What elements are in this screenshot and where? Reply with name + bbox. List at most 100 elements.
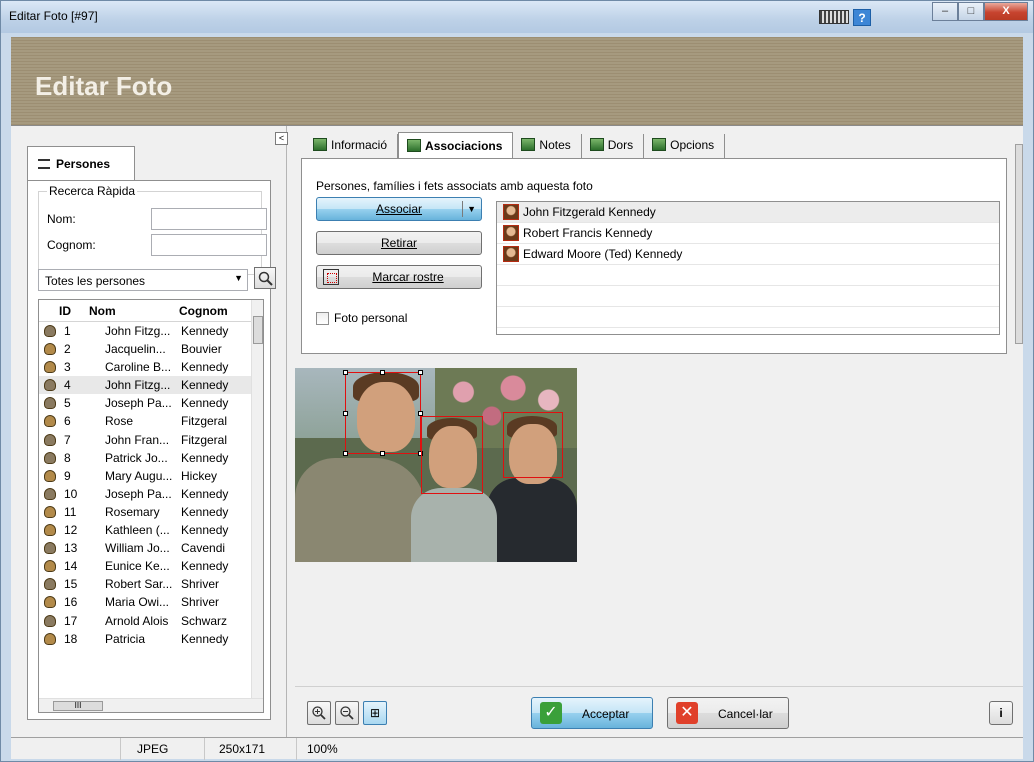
collapse-panel-button[interactable]: < — [275, 132, 288, 145]
resize-handle[interactable] — [380, 370, 385, 375]
checkbox-box[interactable] — [316, 311, 329, 325]
nom-label: Nom: — [47, 212, 76, 226]
table-row[interactable]: 2 Jacquelin... Bouvier — [39, 340, 255, 358]
resize-handle[interactable] — [380, 451, 385, 456]
face-marker[interactable] — [421, 416, 483, 494]
person-icon — [44, 379, 56, 392]
tab-dors[interactable]: Dors — [582, 134, 645, 158]
close-button[interactable]: X — [984, 2, 1028, 21]
chevron-down-icon[interactable]: ▼ — [467, 198, 476, 220]
face-marker[interactable] — [503, 412, 563, 478]
table-row[interactable]: 11 Rosemary Kennedy — [39, 503, 255, 521]
page-title: Editar Foto — [35, 71, 173, 101]
table-row[interactable]: 15 Robert Sar... Shriver — [39, 575, 255, 593]
person-icon — [44, 361, 56, 374]
table-row[interactable]: 4 John Fitzg... Kennedy — [39, 376, 255, 395]
resize-handle[interactable] — [343, 411, 348, 416]
table-row[interactable]: 5 Joseph Pa... Kennedy — [39, 394, 255, 412]
zoom-in-button[interactable] — [307, 701, 331, 725]
tab-associacions[interactable]: Associacions — [398, 132, 514, 158]
left-panel: < Persones Recerca Ràpida Nom: Cognom: T… — [11, 126, 288, 738]
table-row[interactable]: 16 Maria Owi... Shriver — [39, 593, 255, 611]
person-icon — [44, 560, 56, 573]
status-format: JPEG — [121, 738, 205, 760]
status-bar: JPEG 250x171 100% — [11, 737, 1023, 760]
list-item[interactable]: Edward Moore (Ted) Kennedy — [497, 244, 999, 265]
face-marker-selected[interactable] — [343, 370, 423, 456]
table-row[interactable]: 14 Eunice Ke... Kennedy — [39, 557, 255, 575]
notes-tab-icon — [521, 138, 536, 151]
column-nom[interactable]: Nom — [89, 300, 179, 321]
fit-icon: ⊞ — [369, 706, 381, 720]
scroll-thumb[interactable] — [1015, 144, 1023, 344]
person-icon — [44, 614, 56, 627]
table-row[interactable]: 6 Rose Fitzgeral — [39, 412, 255, 430]
foto-personal-checkbox[interactable]: Foto personal — [316, 311, 407, 325]
person-icon — [44, 542, 56, 555]
quick-search-group: Recerca Ràpida Nom: Cognom: — [38, 184, 267, 275]
info-button[interactable]: i — [989, 701, 1013, 725]
table-row[interactable]: 8 Patrick Jo... Kennedy — [39, 449, 255, 467]
table-row[interactable]: 9 Mary Augu... Hickey — [39, 467, 255, 485]
resize-handle[interactable] — [343, 370, 348, 375]
nom-input[interactable] — [151, 208, 267, 230]
person-icon — [44, 524, 56, 537]
right-panel: Informació Associacions Notes Dors Opcio… — [295, 126, 1023, 738]
quick-search-legend: Recerca Ràpida — [47, 184, 138, 198]
table-row[interactable]: 3 Caroline B... Kennedy — [39, 358, 255, 376]
checkmark-icon: ✓ — [540, 702, 562, 724]
table-row[interactable]: 18 Patricia Kennedy — [39, 630, 255, 648]
tab-notes[interactable]: Notes — [513, 134, 582, 158]
person-icon — [44, 325, 56, 337]
status-zoom: 100% — [307, 742, 338, 756]
column-id[interactable]: ID — [59, 300, 89, 321]
status-dimensions: 250x171 — [205, 738, 297, 760]
retirar-button[interactable]: Retirar — [316, 231, 482, 255]
zoom-out-button[interactable] — [335, 701, 359, 725]
person-icon — [44, 343, 56, 356]
window-controls: – □ X — [932, 2, 1028, 22]
search-icon — [258, 271, 273, 286]
column-cognom[interactable]: Cognom — [179, 300, 239, 321]
keyboard-icon[interactable] — [819, 10, 849, 24]
info-tab-icon — [313, 138, 327, 151]
person-filter-select[interactable]: Totes les persones ▼ — [38, 269, 248, 291]
list-item[interactable]: John Fitzgerald Kennedy — [497, 202, 999, 223]
minimize-button[interactable]: – — [932, 2, 958, 21]
cancel-x-icon: ✕ — [676, 702, 698, 724]
person-filter-value: Totes les persones — [45, 274, 146, 288]
tab-persones[interactable]: Persones — [27, 146, 135, 180]
associated-people-list: John Fitzgerald Kennedy Robert Francis K… — [496, 201, 1000, 335]
info-icon: i — [999, 706, 1003, 720]
cancel-button[interactable]: ✕ Cancel·lar — [667, 697, 789, 729]
cognom-label: Cognom: — [47, 238, 96, 252]
table-row[interactable]: 12 Kathleen (... Kennedy — [39, 521, 255, 539]
accept-button[interactable]: ✓ Acceptar — [531, 697, 653, 729]
resize-handle[interactable] — [343, 451, 348, 456]
cognom-input[interactable] — [151, 234, 267, 256]
scroll-thumb[interactable]: III — [53, 701, 103, 711]
list-item[interactable]: Robert Francis Kennedy — [497, 223, 999, 244]
associar-button[interactable]: Associar ▼ — [316, 197, 482, 221]
maximize-button[interactable]: □ — [958, 2, 984, 21]
table-row[interactable]: 1 John Fitzg... Kennedy — [39, 322, 255, 340]
tab-informacio[interactable]: Informació — [305, 134, 399, 158]
search-button[interactable] — [254, 267, 276, 289]
panel-vertical-scrollbar[interactable] — [1015, 126, 1023, 360]
person-icon — [44, 451, 56, 464]
help-icon[interactable]: ? — [853, 9, 871, 26]
person-icon — [44, 632, 56, 645]
table-row[interactable]: 13 William Jo... Cavendi — [39, 539, 255, 557]
table-horizontal-scrollbar[interactable]: III — [39, 698, 263, 712]
table-row[interactable]: 10 Joseph Pa... Kennedy — [39, 485, 255, 503]
table-vertical-scrollbar[interactable] — [251, 300, 263, 698]
table-row[interactable]: 17 Arnold Alois Schwarz — [39, 612, 255, 630]
scroll-thumb[interactable] — [253, 316, 263, 344]
tab-opcions[interactable]: Opcions — [644, 134, 726, 158]
zoom-fit-button[interactable]: ⊞ — [363, 701, 387, 725]
table-row[interactable]: 7 John Fran... Fitzgeral — [39, 431, 255, 449]
window-title: Editar Foto [#97] — [9, 9, 98, 23]
photo-canvas[interactable] — [295, 368, 577, 562]
marcar-rostre-button[interactable]: Marcar rostre — [316, 265, 482, 289]
resize-handle[interactable] — [418, 370, 423, 375]
